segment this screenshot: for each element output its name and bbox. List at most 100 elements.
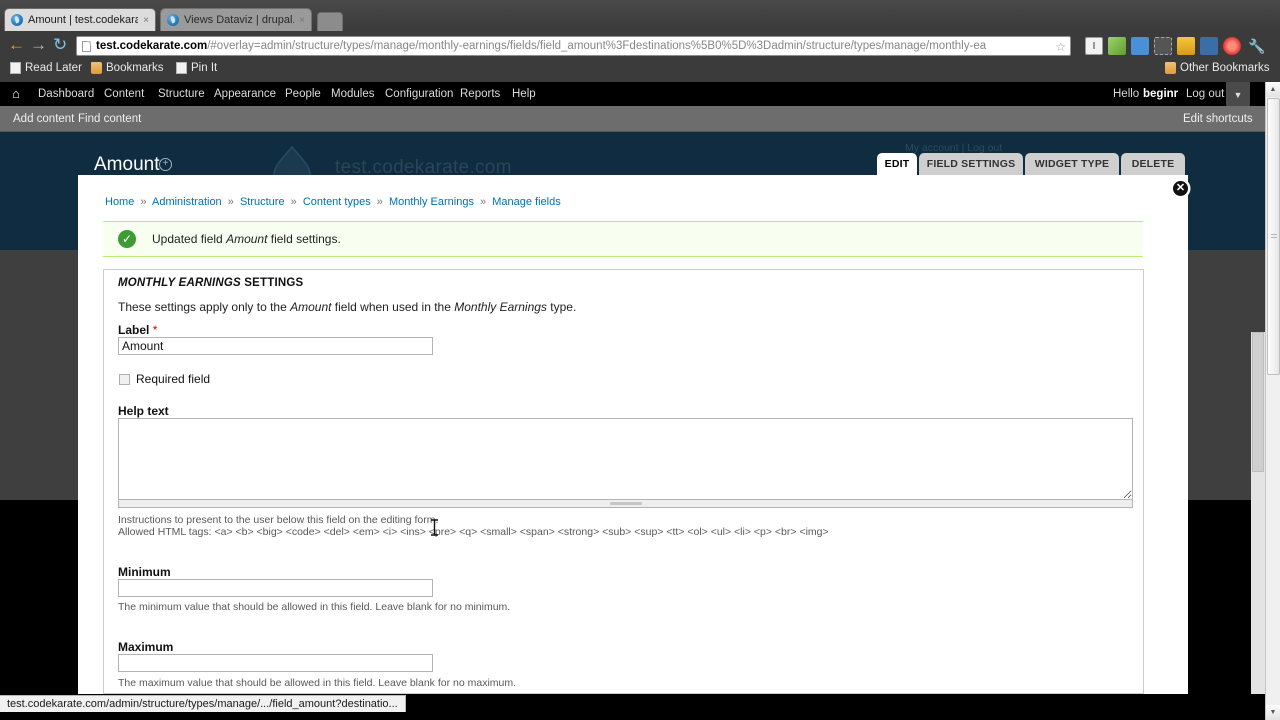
tab-close-icon[interactable]: × [143, 15, 149, 26]
label-field-label: Label * [118, 323, 157, 337]
wrench-icon[interactable]: 🔧 [1248, 37, 1266, 55]
help-text-description-line1: Instructions to present to the user belo… [118, 514, 439, 526]
tab-field-settings[interactable]: FIELD SETTINGS [919, 153, 1023, 175]
username-link[interactable]: beginr [1143, 82, 1178, 106]
tab-close-icon[interactable]: × [299, 15, 305, 26]
bookmarks-bar: Read Later Bookmarks Pin It Other Bookma… [0, 59, 1280, 82]
folder-icon [1165, 62, 1176, 74]
bookmark-manager-icon[interactable] [1200, 37, 1218, 55]
home-icon[interactable]: ⌂ [12, 87, 26, 101]
required-marker: * [152, 323, 158, 337]
adblock-icon[interactable] [1223, 37, 1241, 55]
toolbar-item-modules[interactable]: Modules [331, 82, 374, 106]
browser-scrollbar[interactable]: ▲ ▼ [1265, 82, 1280, 720]
toolbar-item-people[interactable]: People [285, 82, 321, 106]
shortcut-find-content[interactable]: Find content [78, 106, 141, 132]
tab-edit[interactable]: EDIT [877, 153, 917, 175]
evernote-icon[interactable] [1154, 37, 1172, 55]
breadcrumb-item-manage-fields[interactable]: Manage fields [492, 196, 561, 208]
label-input[interactable] [118, 337, 433, 355]
browser-status-bar: test.codekarate.com/admin/structure/type… [0, 695, 406, 712]
breadcrumb-separator: » [376, 196, 383, 208]
add-circle-icon[interactable]: + [159, 158, 172, 171]
bookmark-label: Bookmarks [106, 62, 164, 74]
status-message-text: Updated field Amount field settings. [152, 232, 341, 246]
required-field-checkbox[interactable] [119, 374, 130, 385]
fieldset-legend-emphasis: MONTHLY EARNINGS [118, 277, 241, 289]
toolbar-item-reports[interactable]: Reports [460, 82, 500, 106]
shortcuts-bar: Add content Find content Edit shortcuts [0, 106, 1265, 132]
breadcrumb-separator: » [227, 196, 234, 208]
fieldset-legend: MONTHLY EARNINGS SETTINGS [118, 277, 303, 289]
bookmark-label: Pin It [191, 62, 218, 74]
url-host: test.codekarate.com [96, 40, 208, 52]
address-bar[interactable]: test.codekarate.com /#overlay=admin/stru… [76, 36, 1071, 56]
other-bookmarks-button[interactable]: Other Bookmarks [1165, 62, 1269, 74]
minimum-input[interactable] [118, 579, 433, 597]
scroll-down-arrow-icon[interactable]: ▼ [1266, 705, 1280, 720]
drupal-favicon [167, 14, 179, 26]
toolbar-item-dashboard[interactable]: Dashboard [38, 82, 94, 106]
breadcrumb-item-home[interactable]: Home [105, 196, 134, 208]
desc-part-b: field when used in the [331, 300, 455, 314]
logout-link[interactable]: Log out [1186, 82, 1224, 106]
screenshot-icon[interactable] [1131, 37, 1149, 55]
page-icon [10, 62, 21, 74]
desc-emphasis-type: Monthly Earnings [454, 300, 547, 314]
maximum-label: Maximum [118, 640, 174, 654]
drupal-favicon [11, 14, 23, 26]
minimum-label: Minimum [118, 565, 171, 579]
toolbar-item-content[interactable]: Content [104, 82, 144, 106]
browser-tab-0[interactable]: Amount | test.codekarate × [4, 8, 156, 31]
back-icon[interactable]: ← [8, 35, 25, 55]
browser-tab-1[interactable]: Views Dataviz | drupal.org × [160, 8, 312, 31]
page-title: Amount [94, 154, 160, 175]
bookmark-bookmarks[interactable]: Bookmarks [91, 62, 164, 74]
toolbar-toggle-icon[interactable]: ▼ [1226, 82, 1250, 108]
desc-emphasis-field: Amount [290, 300, 332, 314]
overlay-scrollbar-thumb[interactable] [1252, 332, 1264, 472]
help-text-textarea[interactable] [118, 418, 1133, 500]
wallet-icon[interactable] [1177, 37, 1195, 55]
bookmark-read-later[interactable]: Read Later [10, 62, 82, 74]
maximum-input[interactable] [118, 654, 433, 672]
bookmark-star-icon[interactable]: ☆ [1055, 40, 1066, 54]
browser-scrollbar-thumb[interactable] [1267, 98, 1280, 375]
bookmark-label: Read Later [25, 62, 82, 74]
desc-part-c: type. [546, 300, 577, 314]
forward-icon[interactable]: → [30, 35, 47, 55]
textarea-resize-grippie[interactable] [118, 500, 1133, 508]
eyedropper-icon[interactable] [1108, 37, 1126, 55]
shortcut-add-content[interactable]: Add content [13, 106, 74, 132]
breadcrumb-item-monthly-earnings[interactable]: Monthly Earnings [389, 196, 474, 208]
edit-shortcuts-link[interactable]: Edit shortcuts [1183, 106, 1253, 132]
overlay-scrollbar[interactable] [1251, 332, 1265, 694]
toolbar-item-appearance[interactable]: Appearance [214, 82, 276, 106]
bookmark-pin-it[interactable]: Pin It [176, 62, 217, 74]
drupal-admin-toolbar: ⌂ Dashboard Content Structure Appearance… [0, 82, 1265, 108]
breadcrumb-item-structure[interactable]: Structure [240, 196, 285, 208]
breadcrumb: Home » Administration » Structure » Cont… [105, 196, 561, 208]
minimum-description: The minimum value that should be allowed… [118, 601, 511, 613]
tab-widget-type[interactable]: WIDGET TYPE [1025, 153, 1119, 175]
status-text-emphasis: Amount [226, 232, 268, 246]
page-info-icon[interactable] [82, 40, 91, 52]
tab-delete[interactable]: DELETE [1121, 153, 1185, 175]
reload-icon[interactable]: ↻ [53, 35, 67, 55]
toolbar-item-structure[interactable]: Structure [158, 82, 205, 106]
toolbar-item-help[interactable]: Help [512, 82, 536, 106]
browser-tab-label: Amount | test.codekarate [28, 14, 139, 26]
greeting-label: Hello [1113, 88, 1140, 100]
check-circle-icon: ✓ [118, 230, 136, 248]
breadcrumb-item-content-types[interactable]: Content types [303, 196, 371, 208]
status-text-after: field settings. [267, 232, 341, 246]
breadcrumb-item-administration[interactable]: Administration [152, 196, 222, 208]
toolbar-item-configuration[interactable]: Configuration [385, 82, 453, 106]
info-icon[interactable]: I [1085, 37, 1103, 55]
url-path: /#overlay=admin/structure/types/manage/m… [207, 40, 987, 52]
required-field-label[interactable]: Required field [136, 372, 210, 386]
scroll-up-arrow-icon[interactable]: ▲ [1266, 82, 1280, 97]
help-text-label: Help text [118, 404, 169, 418]
close-icon[interactable]: ✕ [1173, 181, 1188, 196]
new-tab-button[interactable] [317, 12, 343, 31]
